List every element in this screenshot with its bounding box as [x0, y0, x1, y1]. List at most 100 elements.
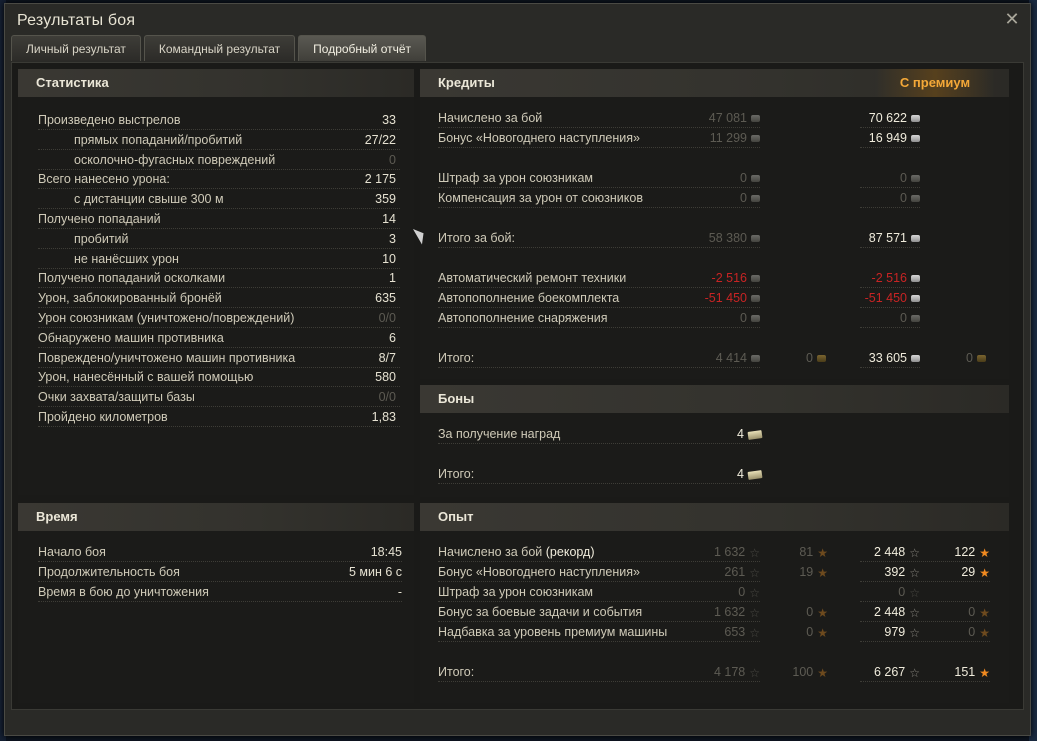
bond-amount: 4	[737, 427, 744, 441]
credit-premium-value: 33 605	[869, 349, 920, 367]
row-divider	[860, 367, 920, 368]
stat-label: Пройдено километров	[38, 410, 168, 424]
xp-label-text: Начислено за бой	[438, 545, 543, 559]
xp-label: Бонус за боевые задачи и события	[438, 603, 642, 621]
credit-base-amount: -2 516	[711, 271, 747, 285]
free-xp-star-icon: ★	[979, 565, 990, 580]
statistics-panel: Статистика Произведено выстрелов 33 прямых…	[18, 69, 414, 495]
credit-base-value: -2 516	[712, 269, 760, 287]
credit-premium-value: 87 571	[869, 229, 920, 247]
tab-team-result[interactable]: Командный результат	[143, 35, 296, 61]
xp-premium-value: 392 ☆	[884, 563, 920, 582]
stat-value: 14	[382, 212, 396, 226]
bond-label: За получение наград	[438, 427, 561, 441]
credit-premium-amount: 0	[900, 171, 907, 185]
experience-panel: Опыт Начислено за бой (рекорд) 1 632 ☆ 81 ★ 2…	[420, 503, 1009, 703]
gold-icon	[977, 355, 986, 363]
stat-value: 580	[375, 370, 396, 385]
row-divider	[438, 561, 760, 562]
credit-premium-amount: 0	[900, 311, 907, 325]
free-xp-amount: 0	[806, 625, 814, 639]
stat-row: с дистанции свыше 300 м 359	[18, 190, 414, 210]
credit-label: Штраф за урон союзникам	[438, 171, 594, 185]
stat-value: 1	[389, 271, 396, 286]
credit-base-amount: 47 081	[708, 111, 747, 125]
xp-premium-free-value: 0 ★	[968, 623, 990, 642]
xp-base-free-value: 100 ★	[792, 663, 828, 682]
free-xp-star-icon: ★	[817, 665, 828, 680]
tab-personal-result[interactable]: Личный результат	[11, 35, 141, 61]
credit-row: Итого: 4 414 0 33 605 0	[420, 349, 1009, 368]
close-icon[interactable]: ✕	[1002, 9, 1022, 29]
xp-premium-amount: 979	[884, 625, 906, 639]
stat-label: Обнаружено машин противника	[38, 330, 224, 345]
report-content: Статистика Произведено выстрелов 33 прямых…	[11, 62, 1024, 710]
time-row: Время в бою до уничтожения -	[18, 583, 414, 602]
titlebar[interactable]: Результаты боя ✕	[5, 4, 1030, 36]
credit-base-amount: 58 380	[708, 231, 747, 245]
credits-icon	[911, 235, 920, 243]
xp-label-text: Бонус «Новогоднего наступления»	[438, 565, 640, 579]
row-divider	[438, 247, 760, 248]
bonds-icon	[747, 429, 763, 440]
credits-icon	[911, 355, 920, 363]
xp-star-icon: ☆	[909, 605, 920, 620]
stat-value: 8/7	[378, 350, 396, 365]
stat-value: 2 175	[364, 172, 396, 187]
time-label: Продолжительность боя	[38, 565, 180, 579]
credits-icon	[751, 175, 760, 183]
credit-base-value: -51 450	[705, 289, 760, 307]
xp-premium-value: 2 448 ☆	[874, 603, 920, 622]
free-xp-amount: 0	[968, 605, 976, 619]
row-divider	[860, 307, 920, 308]
stat-value: 1,83	[371, 410, 396, 424]
free-xp-star-icon: ★	[817, 545, 828, 560]
credit-row: Начислено за бой 47 081 70 622	[420, 109, 1009, 128]
row-divider	[438, 147, 760, 148]
xp-base-amount: 261	[724, 565, 746, 579]
xp-label-text: Штраф за урон союзникам	[438, 585, 594, 599]
stat-row: Получено попаданий осколками 1	[18, 269, 414, 289]
row-divider	[438, 207, 760, 208]
credits-icon	[751, 275, 760, 283]
xp-premium-free-value: 0 ★	[968, 603, 990, 622]
stat-label: Произведено выстрелов	[38, 113, 181, 127]
credit-premium-amount: -2 516	[871, 271, 907, 285]
row-divider	[438, 127, 760, 128]
stat-value: 635	[375, 291, 396, 306]
experience-header: Опыт	[420, 503, 1009, 531]
free-xp-star-icon: ★	[979, 625, 990, 640]
time-row: Продолжительность боя 5 мин 6 с	[18, 563, 414, 582]
stat-row: прямых попаданий/пробитий 27/22	[18, 131, 414, 150]
tab-detailed-report[interactable]: Подробный отчёт	[298, 35, 427, 61]
xp-premium-value: 2 448 ☆	[874, 543, 920, 562]
free-xp-star-icon: ★	[817, 625, 828, 640]
xp-label: Начислено за бой (рекорд)	[438, 543, 595, 561]
xp-base-amount: 1 632	[713, 605, 746, 619]
time-panel: Время Начало боя 18:45 Продолжительность б…	[18, 503, 414, 703]
credit-premium-value: 0	[900, 189, 920, 207]
credit-row: Компенсация за урон от союзников 0 0	[420, 189, 1009, 208]
time-label: Начало боя	[38, 545, 106, 559]
xp-base-value: 4 178 ☆	[714, 663, 760, 682]
credit-base-amount: 11 299	[709, 131, 747, 145]
xp-base-value: 0 ☆	[738, 583, 760, 602]
xp-label: Бонус «Новогоднего наступления»	[438, 563, 640, 581]
xp-star-icon: ☆	[749, 665, 760, 680]
time-row: Начало боя 18:45	[18, 543, 414, 562]
bond-value: 4	[737, 465, 763, 483]
credit-base-amount: -51 450	[704, 291, 747, 305]
credits-icon	[751, 355, 760, 363]
bond-label: Итого:	[438, 467, 475, 481]
gold-amount: 0	[806, 351, 813, 365]
xp-premium-amount: 392	[884, 565, 906, 579]
credit-label: Компенсация за урон от союзников	[438, 191, 643, 205]
stat-row: Всего нанесено урона: 2 175	[18, 170, 414, 190]
row-divider	[860, 601, 990, 602]
row-divider	[38, 426, 400, 427]
bonds-panel: Боны За получение наград 4 Итого: 4	[420, 385, 1009, 497]
xp-row: Итого: 4 178 ☆ 100 ★ 6 267 ☆ 151 ★	[420, 663, 1009, 682]
xp-base-amount: 653	[724, 625, 746, 639]
row-divider	[438, 443, 760, 444]
free-xp-star-icon: ★	[979, 605, 990, 620]
